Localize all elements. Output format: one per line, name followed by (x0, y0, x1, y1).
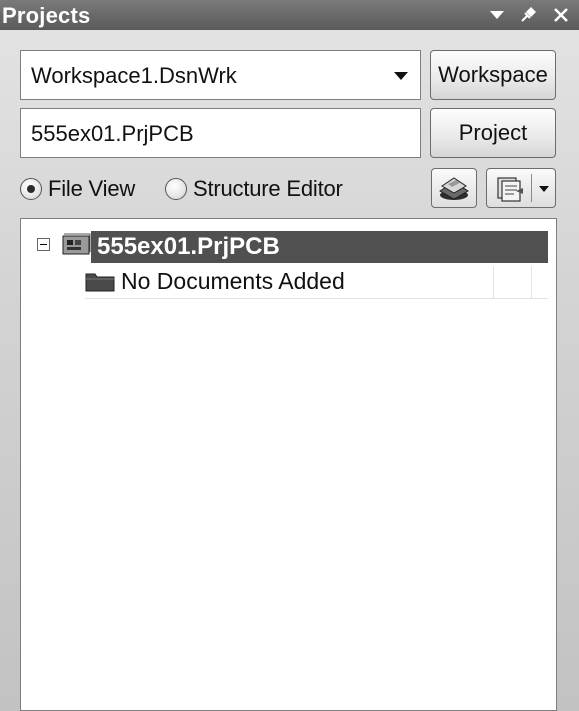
folder-icon (85, 273, 115, 292)
documents-dropdown-button[interactable] (486, 168, 556, 208)
workspace-select[interactable]: Workspace1.DsnWrk (20, 50, 421, 100)
project-tree[interactable]: 555ex01.PrjPCB No Documents Added (20, 218, 557, 711)
pin-icon[interactable] (517, 4, 539, 26)
chevron-down-icon[interactable] (388, 64, 414, 88)
structure-editor-radio[interactable]: Structure Editor (165, 174, 343, 204)
workspace-select-value: Workspace1.DsnWrk (31, 63, 237, 88)
project-field-value: 555ex01.PrjPCB (31, 121, 194, 146)
project-button[interactable]: Project (430, 108, 556, 158)
tree-item[interactable]: No Documents Added (85, 266, 548, 299)
menu-arrow-icon[interactable] (486, 4, 508, 26)
chevron-down-icon[interactable] (532, 169, 556, 207)
workspace-button[interactable]: Workspace (430, 50, 556, 100)
documents-dropdown-icon (497, 177, 523, 202)
radio-unchecked-indicator[interactable] (165, 178, 187, 200)
compile-icon (439, 177, 469, 200)
file-view-radio[interactable]: File View (20, 174, 135, 204)
panel-title: Projects (2, 3, 91, 28)
column-divider (493, 266, 494, 298)
panel-titlebar: Projects (0, 0, 579, 30)
radio-checked-indicator[interactable] (20, 178, 42, 200)
structure-editor-label: Structure Editor (193, 176, 343, 201)
project-name: 555ex01.PrjPCB (97, 233, 280, 260)
close-icon[interactable] (550, 4, 572, 26)
tree-project-row[interactable]: 555ex01.PrjPCB (91, 231, 548, 263)
compile-button[interactable] (431, 168, 477, 208)
project-field[interactable]: 555ex01.PrjPCB (20, 108, 421, 158)
pcb-project-icon (62, 233, 91, 255)
tree-collapse-toggle[interactable] (37, 238, 50, 251)
projects-panel: Projects Workspace1.DsnWrk Workspace 555… (0, 0, 579, 711)
file-view-label: File View (48, 176, 136, 201)
column-divider (531, 266, 532, 298)
tree-item-label: No Documents Added (121, 268, 345, 294)
